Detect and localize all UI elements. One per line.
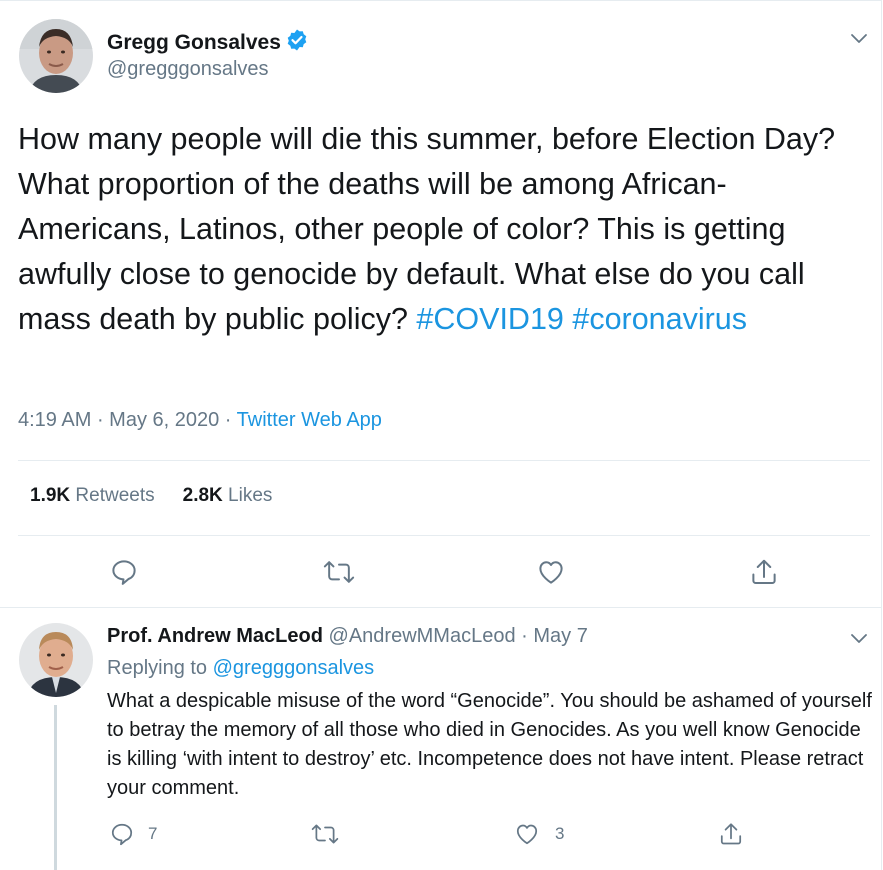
reply-text: What a despicable misuse of the word “Ge… xyxy=(107,690,872,799)
replying-to-link[interactable]: @gregggonsalves xyxy=(213,657,375,679)
retweet-button[interactable] xyxy=(322,555,356,589)
author-name[interactable]: Gregg Gonsalves xyxy=(107,28,309,58)
reply-reply-button[interactable] xyxy=(105,817,139,851)
tweet-date[interactable]: May 6, 2020 xyxy=(109,409,219,431)
like-button[interactable] xyxy=(534,555,568,589)
share-icon xyxy=(752,559,776,584)
reply-bubble-icon xyxy=(112,560,136,585)
share-button[interactable] xyxy=(747,555,781,589)
divider xyxy=(0,607,882,608)
author-handle[interactable]: @gregggonsalves xyxy=(107,58,269,81)
chevron-down-icon[interactable] xyxy=(848,627,870,649)
tweet-detail-panel: Gregg Gonsalves @gregggonsalves How many… xyxy=(0,0,882,870)
reply-date[interactable]: May 7 xyxy=(533,625,587,647)
reply-bubble-icon xyxy=(111,823,133,846)
thread-line xyxy=(54,705,57,870)
engagement-stats: 1.9K Retweets 2.8K Likes xyxy=(30,485,272,507)
replying-to: Replying to @gregggonsalves xyxy=(107,657,375,679)
divider xyxy=(18,460,870,461)
reply-author-handle[interactable]: @AndrewMMacLeod xyxy=(329,625,516,647)
reply-retweet-button[interactable] xyxy=(308,817,342,851)
author-avatar[interactable] xyxy=(19,19,93,93)
hashtag-coronavirus[interactable]: #coronavirus xyxy=(572,302,747,336)
hashtag-covid19[interactable]: #COVID19 xyxy=(416,302,563,336)
tweet-metadata: 4:19 AM · May 6, 2020 · Twitter Web App xyxy=(18,409,382,431)
retweets-stat[interactable]: 1.9K Retweets xyxy=(30,485,155,506)
tweet-time[interactable]: 4:19 AM xyxy=(18,409,91,431)
chevron-down-icon[interactable] xyxy=(848,27,870,49)
reply-button[interactable] xyxy=(107,555,141,589)
like-count: 3 xyxy=(555,824,565,843)
share-icon xyxy=(720,823,742,845)
reply-header: Prof. Andrew MacLeod @AndrewMMacLeod · M… xyxy=(107,625,588,647)
verified-badge-icon xyxy=(285,28,309,58)
heart-icon xyxy=(539,561,563,584)
retweet-icon xyxy=(323,561,355,583)
reply-author-avatar[interactable] xyxy=(19,623,93,697)
reply-share-button[interactable] xyxy=(714,817,748,851)
heart-icon xyxy=(516,824,538,845)
reply-count: 7 xyxy=(148,824,158,843)
divider xyxy=(18,535,870,536)
retweet-icon xyxy=(311,824,339,844)
reply-like-button[interactable] xyxy=(510,817,544,851)
tweet-source-link[interactable]: Twitter Web App xyxy=(237,409,382,431)
likes-stat[interactable]: 2.8K Likes xyxy=(183,485,273,506)
tweet-text: How many people will die this summer, be… xyxy=(18,122,836,336)
reply-author-name[interactable]: Prof. Andrew MacLeod xyxy=(107,625,323,647)
